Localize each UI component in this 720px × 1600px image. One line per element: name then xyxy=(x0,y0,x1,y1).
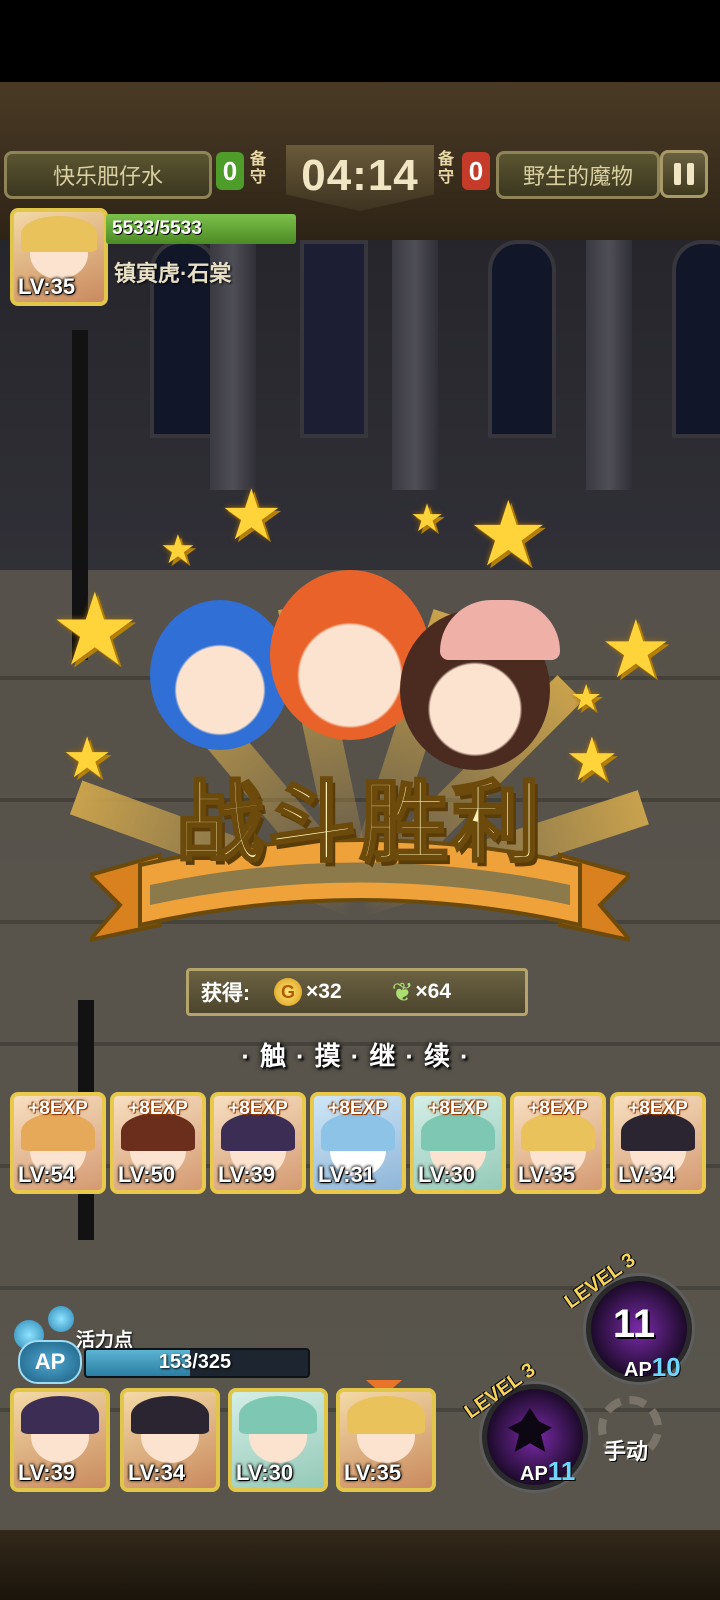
victory-title: 战斗胜利 xyxy=(174,772,544,874)
enemy-name: 野生的魔物 xyxy=(496,151,660,199)
team-level: LV:39 xyxy=(18,1460,76,1485)
card-level: LV:50 xyxy=(118,1162,176,1187)
exp-card: +8EXP LV:54 xyxy=(10,1092,106,1194)
team-member-portrait[interactable]: LV:30 xyxy=(228,1388,328,1492)
pause-icon xyxy=(674,163,681,185)
exp-card: +8EXP LV:31 xyxy=(310,1092,406,1194)
exp-card: +8EXP LV:39 xyxy=(210,1092,306,1194)
feather-amount: ×64 xyxy=(415,980,452,1003)
bottom-bar xyxy=(0,1530,720,1600)
ap-badge: AP xyxy=(18,1340,82,1384)
star-icon: ★ xyxy=(50,574,140,686)
star-icon: ★ xyxy=(410,498,445,540)
feather-icon: ❦ xyxy=(391,976,414,1007)
enemy-score: 0 xyxy=(462,152,490,190)
exp-gain: +8EXP xyxy=(528,1098,588,1119)
team-member-portrait[interactable]: LV:35 xyxy=(336,1388,436,1492)
manual-mode-button[interactable]: 手动 xyxy=(604,1434,648,1466)
team-level: LV:34 xyxy=(128,1460,186,1485)
exp-gain: +8EXP xyxy=(28,1098,88,1119)
pause-icon-bar xyxy=(687,163,694,185)
reward-label: 获得: xyxy=(201,982,250,1005)
team-member-portrait[interactable]: LV:39 xyxy=(10,1388,110,1492)
card-level: LV:35 xyxy=(518,1162,576,1187)
gold-amount: ×32 xyxy=(306,980,342,1003)
hero-hp-bar: 5533/5533 xyxy=(106,214,296,244)
pink-hat xyxy=(440,600,560,660)
ap-label-text: AP xyxy=(624,1359,652,1381)
pause-button[interactable] xyxy=(660,150,708,198)
ap-label-text: AP xyxy=(520,1463,548,1485)
exp-gain: +8EXP xyxy=(128,1098,188,1119)
star-icon: ★ xyxy=(468,485,549,585)
card-level: LV:30 xyxy=(418,1162,476,1187)
star-icon: ★ xyxy=(220,476,283,554)
card-level: LV:34 xyxy=(618,1162,676,1187)
team-level: LV:35 xyxy=(344,1460,402,1485)
exp-card: +8EXP LV:50 xyxy=(110,1092,206,1194)
ap-orb-icon xyxy=(48,1306,74,1332)
hero-portrait: LV:35 xyxy=(10,208,108,306)
exp-gain: +8EXP xyxy=(428,1098,488,1119)
ap-cost: 10 xyxy=(651,1352,681,1382)
gold-coin-icon: G xyxy=(274,978,302,1006)
star-icon: ★ xyxy=(565,726,619,793)
portrait-hair xyxy=(21,1395,99,1435)
portrait-hair xyxy=(347,1395,425,1435)
rewards-panel: 获得: G ×32 ❦ ×64 xyxy=(186,968,528,1016)
team-level: LV:30 xyxy=(236,1460,294,1485)
player-name: 快乐肥仔水 xyxy=(4,151,212,199)
skill-1-count: 11 xyxy=(612,1302,656,1346)
skill-1-ap: AP10 xyxy=(624,1352,681,1383)
hero-name: 镇寅虎·石棠 xyxy=(114,261,232,286)
exp-card: +8EXP LV:34 xyxy=(610,1092,706,1194)
player-guard-label: 备守 xyxy=(249,151,266,186)
exp-gain: +8EXP xyxy=(328,1098,388,1119)
card-level: LV:31 xyxy=(318,1162,376,1187)
exp-card: +8EXP LV:30 xyxy=(410,1092,506,1194)
enemy-guard-label: 备守 xyxy=(437,151,454,186)
hero-level: LV:35 xyxy=(18,274,76,299)
exp-card: +8EXP LV:35 xyxy=(510,1092,606,1194)
star-icon: ★ xyxy=(62,726,113,789)
ap-value: 153/325 xyxy=(158,1351,232,1373)
ap-cost: 11 xyxy=(547,1456,576,1486)
star-icon: ★ xyxy=(160,528,196,572)
skill-2-ap: AP11 xyxy=(520,1456,575,1487)
exp-gain: +8EXP xyxy=(628,1098,688,1119)
blue-cat-character xyxy=(150,600,290,750)
player-score: 0 xyxy=(216,152,244,190)
portrait-hair xyxy=(21,215,97,252)
team-member-portrait[interactable]: LV:34 xyxy=(120,1388,220,1492)
portrait-hair xyxy=(239,1395,317,1435)
card-level: LV:54 xyxy=(18,1162,76,1187)
exp-gain: +8EXP xyxy=(228,1098,288,1119)
tap-to-continue[interactable]: ·触·摸·继·续· xyxy=(200,1036,520,1073)
star-icon: ★ xyxy=(600,605,672,694)
card-level: LV:39 xyxy=(218,1162,276,1187)
star-icon: ★ xyxy=(570,677,603,718)
portrait-hair xyxy=(131,1395,209,1435)
